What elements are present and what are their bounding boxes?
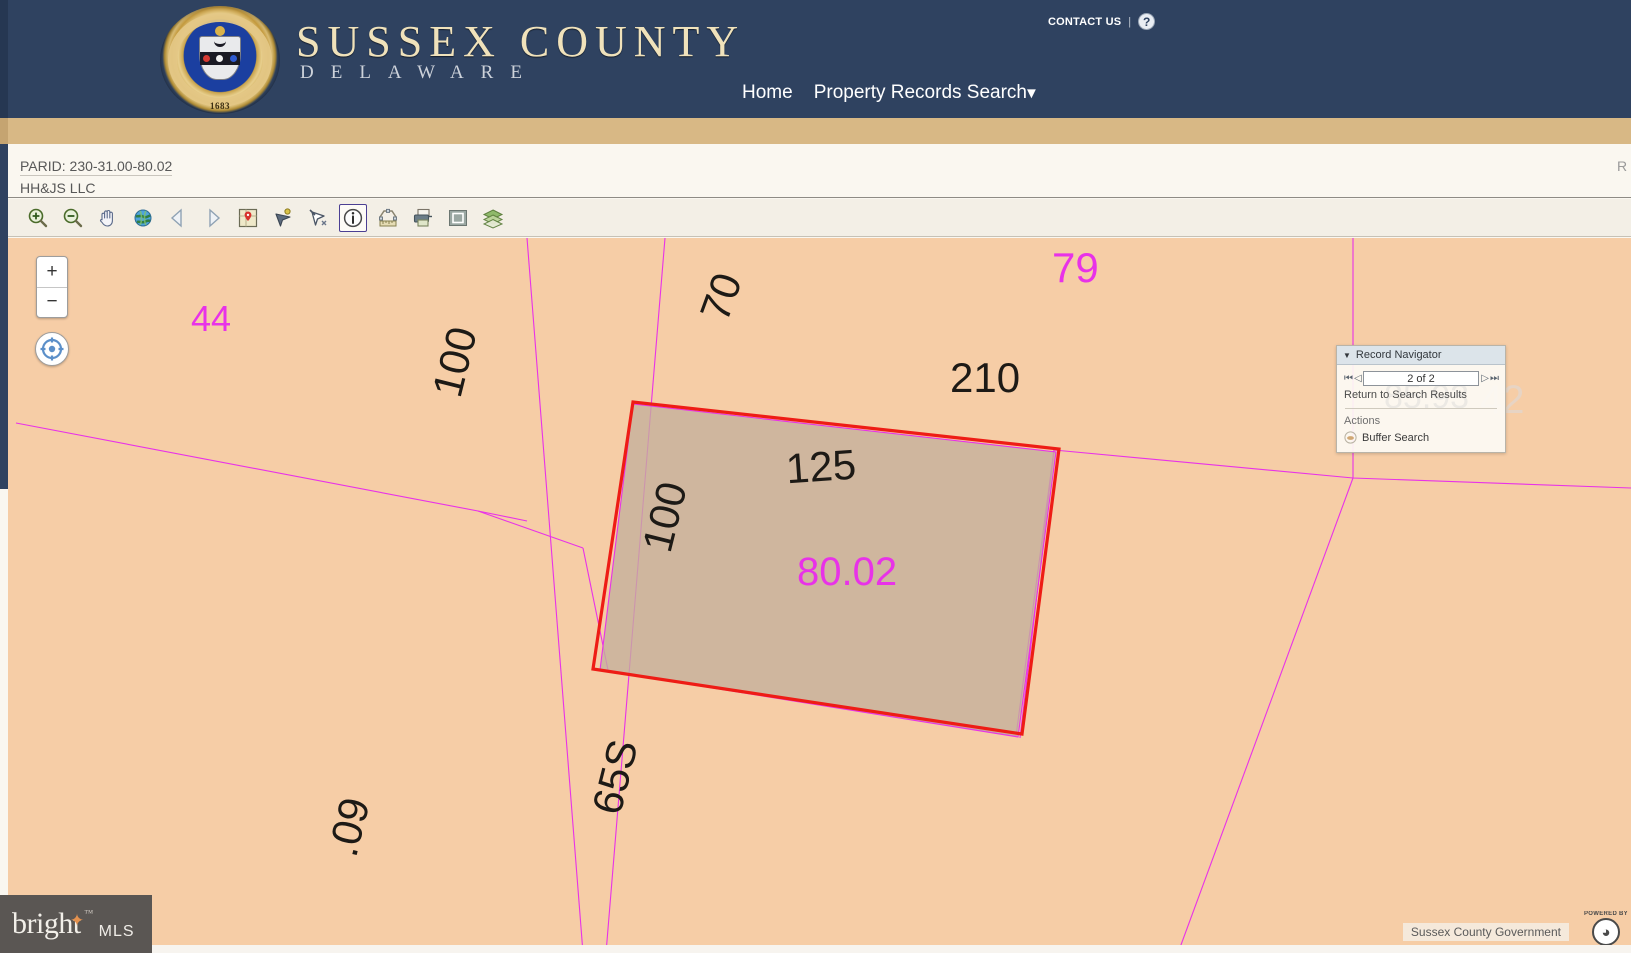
- parcel-id-bar: PARID: 230-31.00-80.02 HH&JS LLC R: [8, 144, 1631, 198]
- zoom-out-icon[interactable]: [59, 204, 87, 232]
- watermark-brand: bright ✦ ™: [12, 907, 93, 941]
- previous-record-icon[interactable]: ◁: [1354, 373, 1362, 384]
- identify-info-icon[interactable]: [339, 203, 367, 232]
- help-question-icon[interactable]: ?: [1138, 13, 1156, 30]
- site-wordmark-subtitle: DELAWARE: [300, 62, 539, 83]
- nav-label: Property Records Search: [813, 82, 1028, 103]
- zoom-to-extent-icon[interactable]: [444, 204, 472, 232]
- map-locate-button[interactable]: [35, 332, 69, 366]
- parcel-owner-text: HH&JS LLC: [20, 180, 96, 196]
- sparkle-icon: ✦: [69, 911, 84, 930]
- next-extent-icon[interactable]: [199, 204, 227, 232]
- trademark-symbol: ™: [84, 908, 93, 918]
- map-zoom-out-button[interactable]: −: [37, 288, 67, 318]
- map-zoom-in-button[interactable]: +: [37, 257, 67, 288]
- bright-mls-watermark: bright ✦ ™ MLS: [0, 895, 152, 953]
- map-toolbar: [8, 199, 1631, 237]
- chevron-down-icon: ▼: [1024, 85, 1039, 102]
- parcel-id-text: PARID: 230-31.00-80.02: [20, 158, 173, 176]
- header-edge-strip: [0, 0, 8, 118]
- record-navigator-title: Record Navigator: [1355, 349, 1442, 361]
- record-navigator-panel: ▼ Record Navigator ⏮ ◁ 2 of 2 ▷ ⏭ Return…: [1336, 345, 1506, 453]
- crosshair-icon: [40, 337, 64, 361]
- seal-band: [200, 52, 240, 65]
- globe-full-extent-icon[interactable]: [129, 204, 157, 232]
- nav-item-property-records-search[interactable]: Property Records Search▼: [814, 82, 1039, 104]
- record-navigator-body: ⏮ ◁ 2 of 2 ▷ ⏭ Return to Search Results …: [1337, 365, 1505, 452]
- seal-shield-icon: [199, 36, 241, 80]
- watermark-suffix: MLS: [98, 923, 135, 940]
- layers-icon[interactable]: [479, 204, 507, 232]
- return-to-search-results-link[interactable]: Return to Search Results: [1344, 389, 1498, 401]
- app-body: PARID: 230-31.00-80.02 HH&JS LLC R 44 10…: [0, 144, 1631, 953]
- map-zoom-controls: + −: [36, 256, 68, 318]
- seal-crest-icon: [215, 26, 225, 36]
- seal-year: 1683: [210, 101, 230, 111]
- buffer-search-action[interactable]: Buffer Search: [1344, 431, 1498, 444]
- panel-divider: [1345, 408, 1497, 409]
- record-page-input[interactable]: 2 of 2: [1362, 371, 1480, 386]
- return-link-truncated[interactable]: R: [1617, 158, 1629, 174]
- clear-select-icon[interactable]: [304, 204, 332, 232]
- map-attribution: Sussex County Government: [1402, 923, 1569, 941]
- powered-by-badge: POWERED BY ◕: [1583, 911, 1629, 947]
- powered-by-text: POWERED BY: [1583, 911, 1628, 917]
- site-wordmark: SUSSEX COUNTY: [296, 17, 746, 66]
- nav-item-home[interactable]: Home: [742, 82, 793, 104]
- map-canvas[interactable]: 44 100 70 79 210 85.93 125 100 80.02 65S…: [8, 238, 1631, 953]
- contact-row: CONTACT US | ?: [1048, 13, 1156, 30]
- main-navigation: Home Property Records Search▼: [742, 82, 1039, 104]
- gold-bar-edge: [0, 118, 8, 144]
- bottom-strip: [0, 945, 1631, 953]
- select-arrow-icon[interactable]: [269, 204, 297, 232]
- buffer-search-icon: [1344, 431, 1357, 444]
- actions-heading: Actions: [1344, 415, 1381, 427]
- powered-by-logo-icon: ◕: [1592, 918, 1620, 946]
- next-record-icon[interactable]: ▷: [1481, 373, 1489, 384]
- gold-divider-bar: [0, 118, 1631, 144]
- record-navigator-header[interactable]: ▼ Record Navigator: [1337, 346, 1505, 365]
- page-root: 1683 SUSSEX COUNTY DELAWARE CONTACT US |…: [0, 0, 1631, 953]
- zoom-in-icon[interactable]: [24, 204, 52, 232]
- pan-hand-icon[interactable]: [94, 204, 122, 232]
- last-record-icon[interactable]: ⏭: [1490, 373, 1499, 384]
- record-pager: ⏮ ◁ 2 of 2 ▷ ⏭: [1344, 371, 1499, 386]
- print-icon[interactable]: [409, 204, 437, 232]
- first-record-icon[interactable]: ⏮: [1344, 373, 1353, 384]
- previous-extent-icon[interactable]: [164, 204, 192, 232]
- map-pin-locate-icon[interactable]: [234, 204, 262, 232]
- left-rail-lower: [0, 489, 8, 953]
- measure-icon[interactable]: [374, 204, 402, 232]
- contact-separator: |: [1128, 15, 1132, 28]
- site-header: 1683 SUSSEX COUNTY DELAWARE CONTACT US |…: [0, 0, 1631, 118]
- left-rail-accent: [0, 144, 8, 489]
- buffer-search-label: Buffer Search: [1362, 431, 1430, 444]
- sussex-county-seal: 1683: [160, 6, 280, 114]
- collapse-caret-icon[interactable]: ▼: [1343, 351, 1351, 360]
- contact-us-link[interactable]: CONTACT US: [1048, 16, 1121, 28]
- seal-moon-icon: [214, 40, 226, 47]
